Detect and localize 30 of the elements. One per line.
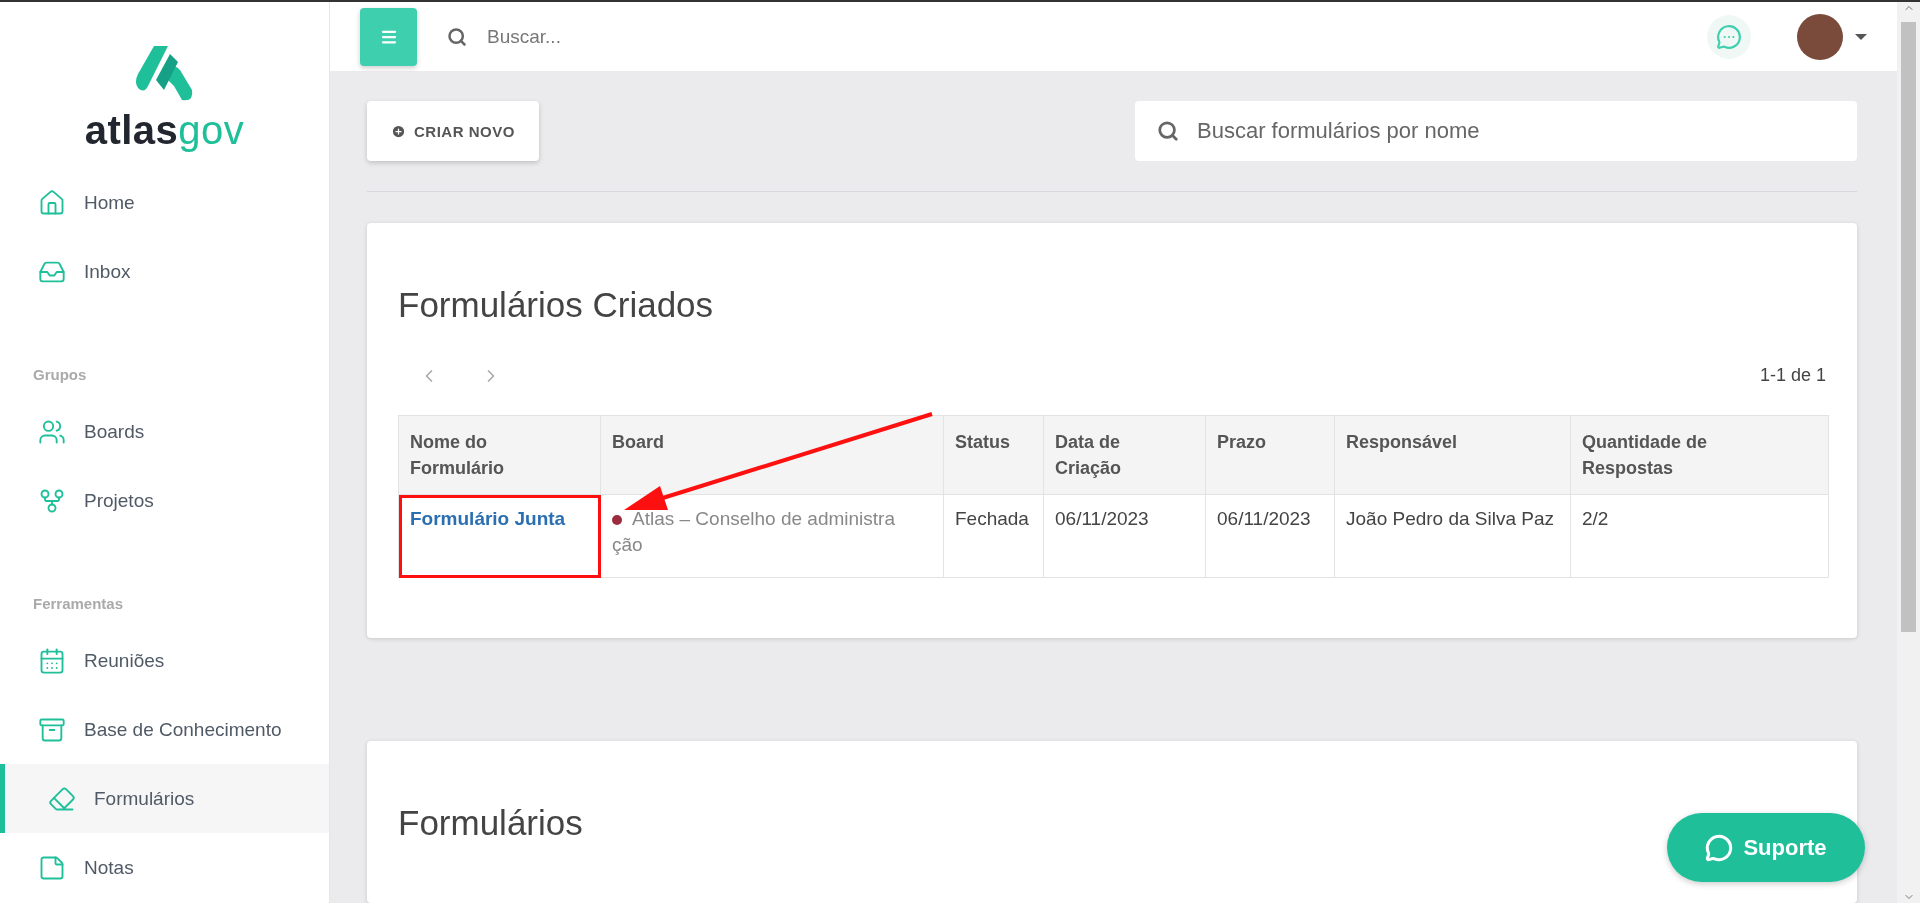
table-cell: Fechada: [943, 494, 1044, 578]
page-count: 1-1 de 1: [1759, 365, 1826, 386]
section-heading: Ferramentas: [32, 595, 125, 614]
sidebar-item[interactable]: Base de Conhecimento: [0, 695, 329, 764]
table-cell: 2/2: [1570, 494, 1829, 578]
table-cell: João Pedro da Silva Paz: [1334, 494, 1571, 578]
sidebar-item[interactable]: Inbox: [0, 237, 329, 306]
table-cell: 06/11/2023: [1205, 494, 1335, 578]
form-link[interactable]: Formulário Junta: [410, 508, 566, 529]
sidebar-item[interactable]: Boards: [0, 397, 329, 466]
card-title: Formulários: [398, 803, 583, 843]
sidebar-item[interactable]: Reuniões: [0, 626, 329, 695]
column-header: Quantidade de Respostas: [1570, 415, 1829, 495]
sidebar-item[interactable]: Projetos: [0, 466, 329, 535]
column-header: Prazo: [1205, 415, 1335, 495]
forms-search-field[interactable]: Buscar formulários por nome: [1135, 101, 1857, 161]
column-header: Status: [943, 415, 1044, 495]
create-button[interactable]: CRIAR NOVO: [367, 101, 539, 161]
sidebar-item[interactable]: Formulários: [0, 764, 329, 833]
sidebar-item[interactable]: Notas: [0, 833, 329, 902]
board-name: Atlas – Conselho de administração: [612, 508, 895, 555]
section-heading: Grupos: [32, 366, 88, 385]
logo-text: atlasgov: [84, 108, 245, 152]
card-title: Formulários Criados: [398, 285, 714, 325]
table-cell: 06/11/2023: [1043, 494, 1206, 578]
sidebar-item[interactable]: Home: [0, 168, 329, 237]
column-header: Data de Criação: [1043, 415, 1206, 495]
column-header: Nome do Formulário: [398, 415, 601, 495]
column-header: Responsável: [1334, 415, 1571, 495]
column-header: Board: [600, 415, 944, 495]
